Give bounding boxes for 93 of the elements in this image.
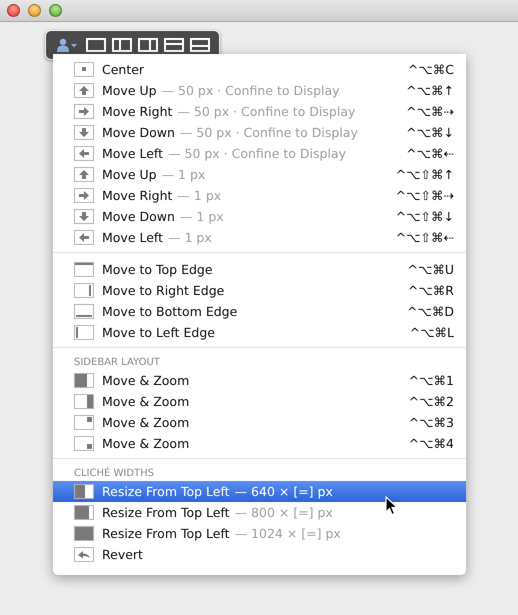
item-label: Move & Zoom <box>102 394 190 409</box>
bottom-edge-icon <box>74 304 94 319</box>
item-label: Move to Top Edge <box>102 262 213 277</box>
keyboard-shortcut: ^⌥⌘3 <box>408 415 454 430</box>
item-label: Move Down <box>102 209 175 224</box>
person-menu-icon[interactable] <box>56 38 78 52</box>
keyboard-shortcut: ^⌥⌘⇠ <box>406 146 454 161</box>
item-label: Move Right <box>102 104 172 119</box>
keyboard-shortcut: ^⌥⌘C <box>408 62 454 77</box>
left-half-icon <box>74 484 94 499</box>
minimize-button[interactable] <box>28 4 41 17</box>
item-label: Move & Zoom <box>102 415 190 430</box>
menu-item[interactable]: Move & Zoom ^⌥⌘4 <box>53 433 466 454</box>
keyboard-shortcut: ^⌥⌘⇢ <box>406 104 454 119</box>
item-label: Move Right <box>102 188 172 203</box>
left-edge-icon <box>74 325 94 340</box>
menu-item[interactable]: Center ^⌥⌘C <box>53 59 466 80</box>
item-label: Resize From Top Left <box>102 505 230 520</box>
menu-item[interactable]: Resize From Top Left — 800 × [=] px <box>53 502 466 523</box>
keyboard-shortcut: ^⌥⌘↓ <box>406 125 454 140</box>
keyboard-shortcut: ^⌥⌘1 <box>408 373 454 388</box>
menu-item[interactable]: Move to Bottom Edge ^⌥⌘D <box>53 301 466 322</box>
section-header: SIDEBAR LAYOUT <box>73 356 161 370</box>
full-window-icon[interactable] <box>86 38 106 52</box>
menu-item[interactable]: Move Left — 50 px · Confine to Display ^⌥⌘⇠ <box>53 143 466 164</box>
right-split-icon[interactable] <box>138 38 158 52</box>
menu-item[interactable]: Move to Right Edge ^⌥⌘R <box>53 280 466 301</box>
menu-item[interactable]: Move & Zoom ^⌥⌘2 <box>53 391 466 412</box>
keyboard-shortcut: ^⌥⇧⌘↑ <box>396 167 454 182</box>
top-right-quarter-icon <box>74 415 94 430</box>
item-detail: — 1 px <box>177 188 222 203</box>
top-split-icon[interactable] <box>164 38 184 52</box>
full-fill-icon <box>74 526 94 541</box>
menu-item[interactable]: Move Down — 1 px ^⌥⇧⌘↓ <box>53 206 466 227</box>
item-detail: — 800 × [=] px <box>234 505 333 520</box>
section-header: CLICHÉ WIDTHS <box>73 466 156 481</box>
menu-item[interactable]: Move Left — 1 px ^⌥⇧⌘⇠ <box>53 227 466 248</box>
item-label: Move Left <box>102 230 164 245</box>
item-label: Move Up <box>102 83 157 98</box>
item-label: Move to Right Edge <box>102 283 224 298</box>
keyboard-shortcut: ^⌥⌘D <box>406 304 454 319</box>
item-detail: — 1 px <box>180 209 224 224</box>
keyboard-shortcut: ^⌥⇧⌘⇠ <box>396 230 454 245</box>
item-detail: — 50 px · Confine to Display <box>168 146 346 161</box>
menu-item[interactable]: Move to Left Edge ^⌥⌘L <box>53 322 466 343</box>
right-half-icon <box>74 394 94 409</box>
bottom-split-icon[interactable] <box>190 38 210 52</box>
item-label: Move & Zoom <box>102 436 190 451</box>
item-detail: — 1 px <box>168 230 212 245</box>
menu-item[interactable]: Move Right — 50 px · Confine to Display ^⌥⌘⇢ <box>53 101 466 122</box>
close-button[interactable] <box>7 4 20 17</box>
keyboard-shortcut: ^⌥⌘U <box>407 262 454 277</box>
item-detail: — 640 × [=] px <box>234 484 333 499</box>
keyboard-shortcut: ^⌥⇧⌘↓ <box>396 209 454 224</box>
left-half-icon <box>74 373 94 388</box>
keyboard-shortcut: ^⌥⌘R <box>408 283 454 298</box>
keyboard-shortcut: ^⌥⌘2 <box>408 394 454 409</box>
item-label: Move Down <box>102 125 175 140</box>
center-square-icon <box>74 62 94 77</box>
item-label: Revert <box>102 547 143 562</box>
top-edge-icon <box>74 262 94 277</box>
keyboard-shortcut: ^⌥⇧⌘⇢ <box>396 188 454 203</box>
menu-item[interactable]: Move Up — 50 px · Confine to Display ^⌥⌘↑ <box>53 80 466 101</box>
item-label: Resize From Top Left <box>102 526 230 541</box>
large-fill-icon <box>74 505 94 520</box>
menu-item[interactable]: Move & Zoom ^⌥⌘1 <box>53 370 466 391</box>
menu-item[interactable]: Move Right — 1 px ^⌥⇧⌘⇢ <box>53 185 466 206</box>
menu-item[interactable]: Move & Zoom ^⌥⌘3 <box>53 412 466 433</box>
item-label: Move to Bottom Edge <box>102 304 238 319</box>
item-label: Move Up <box>102 167 157 182</box>
item-detail: — 50 px · Confine to Display <box>162 83 340 98</box>
left-split-icon[interactable] <box>112 38 132 52</box>
item-label: Resize From Top Left <box>102 484 230 499</box>
menu-item[interactable]: Resize From Top Left — 640 × [=] px <box>53 481 466 502</box>
item-detail: — 50 px · Confine to Display <box>177 104 356 119</box>
right-edge-icon <box>74 283 94 298</box>
item-label: Move Left <box>102 146 164 161</box>
menu-item[interactable]: Move to Top Edge ^⌥⌘U <box>53 259 466 280</box>
item-label: Center <box>102 62 144 77</box>
zoom-button[interactable] <box>49 4 62 17</box>
item-detail: — 50 px · Confine to Display <box>180 125 358 140</box>
menu-item[interactable]: Revert <box>53 544 466 565</box>
keyboard-shortcut: ^⌥⌘4 <box>408 436 454 451</box>
keyboard-shortcut: ^⌥⌘↑ <box>406 83 454 98</box>
item-detail: — 1024 × [=] px <box>234 526 341 541</box>
keyboard-shortcut: ^⌥⌘L <box>410 325 454 340</box>
menu-item[interactable]: Move Up — 1 px ^⌥⇧⌘↑ <box>53 164 466 185</box>
bottom-right-quarter-icon <box>74 436 94 451</box>
item-label: Move & Zoom <box>102 373 190 388</box>
menu-item[interactable]: Move Down — 50 px · Confine to Display ^⌥⌘↓ <box>53 122 466 143</box>
item-label: Move to Left Edge <box>102 325 215 340</box>
item-detail: — 1 px <box>162 167 206 182</box>
menu-item[interactable]: Resize From Top Left — 1024 × [=] px <box>53 523 466 544</box>
